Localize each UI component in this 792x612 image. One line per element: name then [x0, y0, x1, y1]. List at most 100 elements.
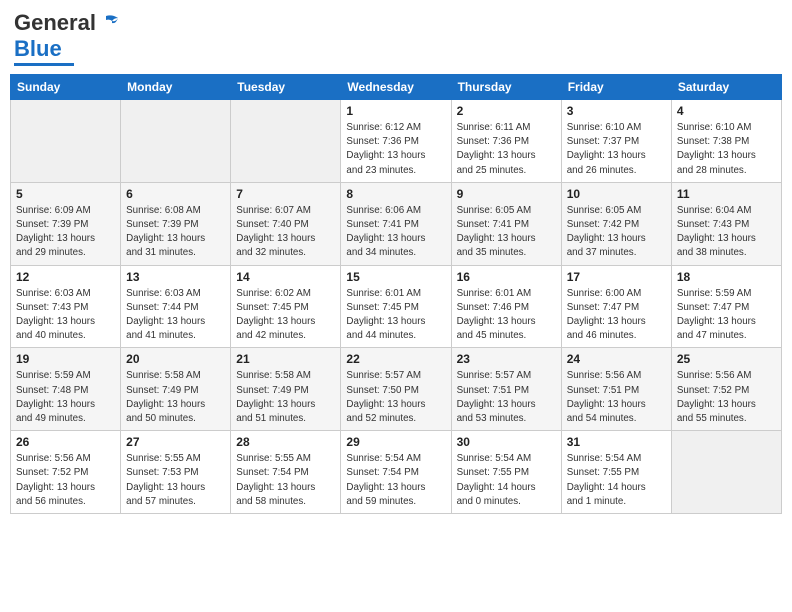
calendar-cell: 3Sunrise: 6:10 AM Sunset: 7:37 PM Daylig…: [561, 100, 671, 183]
calendar-cell: 20Sunrise: 5:58 AM Sunset: 7:49 PM Dayli…: [121, 348, 231, 431]
day-number: 24: [567, 352, 666, 366]
day-info: Sunrise: 6:12 AM Sunset: 7:36 PM Dayligh…: [346, 121, 445, 178]
day-number: 17: [567, 270, 666, 284]
calendar-cell: 27Sunrise: 5:55 AM Sunset: 7:53 PM Dayli…: [121, 431, 231, 514]
header-friday: Friday: [561, 75, 671, 100]
calendar-week-row: 19 Sunrise: 5:59 AM Sunset: 7:48 PM Dayli…: [11, 348, 782, 431]
logo-general-text: General: [14, 10, 96, 36]
day-number: 11: [677, 187, 776, 201]
day-number: 29: [346, 435, 445, 449]
calendar-header-row: SundayMondayTuesdayWednesdayThursdayFrid…: [11, 75, 782, 100]
day-number: 16: [457, 270, 556, 284]
day-number: 22: [346, 352, 445, 366]
calendar-cell: 30 Sunrise: 5:54 AM Sunset: 7:55 PM Dayli…: [451, 431, 561, 514]
day-info: Sunrise: 5:54 AM Sunset: 7:54 PM Dayligh…: [346, 452, 445, 509]
header-tuesday: Tuesday: [231, 75, 341, 100]
day-info: Sunrise: 6:07 AM Sunset: 7:40 PM Dayligh…: [236, 204, 335, 261]
calendar-cell: 10 Sunrise: 6:05 AM Sunset: 7:42 PM Dayli…: [561, 182, 671, 265]
calendar-cell: 4Sunrise: 6:10 AM Sunset: 7:38 PM Daylig…: [671, 100, 781, 183]
page-header: General Blue: [10, 10, 782, 66]
calendar-cell: 19 Sunrise: 5:59 AM Sunset: 7:48 PM Dayli…: [11, 348, 121, 431]
day-info: Sunrise: 6:02 AM Sunset: 7:45 PM Dayligh…: [236, 287, 335, 344]
calendar-week-row: 26 Sunrise: 5:56 AM Sunset: 7:52 PM Dayli…: [11, 431, 782, 514]
day-number: 8: [346, 187, 445, 201]
day-info: Sunrise: 5:57 AM Sunset: 7:51 PM Dayligh…: [457, 369, 556, 426]
day-number: 23: [457, 352, 556, 366]
calendar-cell: 14 Sunrise: 6:02 AM Sunset: 7:45 PM Dayli…: [231, 265, 341, 348]
calendar-cell: 18 Sunrise: 5:59 AM Sunset: 7:47 PM Dayli…: [671, 265, 781, 348]
day-number: 26: [16, 435, 115, 449]
day-info: Sunrise: 5:59 AM Sunset: 7:47 PM Dayligh…: [677, 287, 776, 344]
day-number: 9: [457, 187, 556, 201]
header-monday: Monday: [121, 75, 231, 100]
day-number: 20: [126, 352, 225, 366]
calendar-cell: 29 Sunrise: 5:54 AM Sunset: 7:54 PM Dayli…: [341, 431, 451, 514]
day-number: 10: [567, 187, 666, 201]
day-info: Sunrise: 5:58 AM Sunset: 7:49 PM Dayligh…: [236, 369, 335, 426]
day-info: Sunrise: 6:05 AM Sunset: 7:41 PM Dayligh…: [457, 204, 556, 261]
calendar-cell: [231, 100, 341, 183]
day-number: 18: [677, 270, 776, 284]
logo-bird-icon: [98, 14, 120, 32]
day-info: Sunrise: 5:55 AM Sunset: 7:53 PM Dayligh…: [126, 452, 225, 509]
day-info: Sunrise: 6:11 AM Sunset: 7:36 PM Dayligh…: [457, 121, 556, 178]
calendar-cell: 9 Sunrise: 6:05 AM Sunset: 7:41 PM Daylig…: [451, 182, 561, 265]
calendar-cell: 22Sunrise: 5:57 AM Sunset: 7:50 PM Dayli…: [341, 348, 451, 431]
day-number: 31: [567, 435, 666, 449]
day-info: Sunrise: 6:00 AM Sunset: 7:47 PM Dayligh…: [567, 287, 666, 344]
day-info: Sunrise: 6:10 AM Sunset: 7:38 PM Dayligh…: [677, 121, 776, 178]
calendar-cell: 15Sunrise: 6:01 AM Sunset: 7:45 PM Dayli…: [341, 265, 451, 348]
day-info: Sunrise: 6:01 AM Sunset: 7:46 PM Dayligh…: [457, 287, 556, 344]
day-info: Sunrise: 5:54 AM Sunset: 7:55 PM Dayligh…: [567, 452, 666, 509]
day-info: Sunrise: 5:56 AM Sunset: 7:52 PM Dayligh…: [16, 452, 115, 509]
calendar-cell: 5 Sunrise: 6:09 AM Sunset: 7:39 PM Daylig…: [11, 182, 121, 265]
calendar-week-row: 5 Sunrise: 6:09 AM Sunset: 7:39 PM Daylig…: [11, 182, 782, 265]
calendar-cell: 26 Sunrise: 5:56 AM Sunset: 7:52 PM Dayli…: [11, 431, 121, 514]
calendar-cell: 6 Sunrise: 6:08 AM Sunset: 7:39 PM Daylig…: [121, 182, 231, 265]
day-number: 14: [236, 270, 335, 284]
day-number: 28: [236, 435, 335, 449]
header-saturday: Saturday: [671, 75, 781, 100]
day-info: Sunrise: 5:59 AM Sunset: 7:48 PM Dayligh…: [16, 369, 115, 426]
calendar-cell: 8 Sunrise: 6:06 AM Sunset: 7:41 PM Daylig…: [341, 182, 451, 265]
day-info: Sunrise: 6:06 AM Sunset: 7:41 PM Dayligh…: [346, 204, 445, 261]
calendar-cell: 11Sunrise: 6:04 AM Sunset: 7:43 PM Dayli…: [671, 182, 781, 265]
day-number: 15: [346, 270, 445, 284]
calendar-cell: 21 Sunrise: 5:58 AM Sunset: 7:49 PM Dayli…: [231, 348, 341, 431]
calendar-cell: [121, 100, 231, 183]
calendar-cell: 28 Sunrise: 5:55 AM Sunset: 7:54 PM Dayli…: [231, 431, 341, 514]
day-info: Sunrise: 6:03 AM Sunset: 7:44 PM Dayligh…: [126, 287, 225, 344]
calendar-cell: 2 Sunrise: 6:11 AM Sunset: 7:36 PM Daylig…: [451, 100, 561, 183]
day-info: Sunrise: 6:05 AM Sunset: 7:42 PM Dayligh…: [567, 204, 666, 261]
day-info: Sunrise: 5:54 AM Sunset: 7:55 PM Dayligh…: [457, 452, 556, 509]
calendar-week-row: 1Sunrise: 6:12 AM Sunset: 7:36 PM Daylig…: [11, 100, 782, 183]
day-number: 12: [16, 270, 115, 284]
calendar-cell: 12 Sunrise: 6:03 AM Sunset: 7:43 PM Dayli…: [11, 265, 121, 348]
day-number: 21: [236, 352, 335, 366]
day-info: Sunrise: 5:56 AM Sunset: 7:51 PM Dayligh…: [567, 369, 666, 426]
day-number: 2: [457, 104, 556, 118]
calendar-cell: [11, 100, 121, 183]
day-number: 5: [16, 187, 115, 201]
day-info: Sunrise: 6:03 AM Sunset: 7:43 PM Dayligh…: [16, 287, 115, 344]
day-number: 19: [16, 352, 115, 366]
day-info: Sunrise: 5:55 AM Sunset: 7:54 PM Dayligh…: [236, 452, 335, 509]
day-number: 6: [126, 187, 225, 201]
day-number: 7: [236, 187, 335, 201]
calendar-cell: 25Sunrise: 5:56 AM Sunset: 7:52 PM Dayli…: [671, 348, 781, 431]
day-info: Sunrise: 6:09 AM Sunset: 7:39 PM Dayligh…: [16, 204, 115, 261]
day-number: 30: [457, 435, 556, 449]
calendar-cell: 7 Sunrise: 6:07 AM Sunset: 7:40 PM Daylig…: [231, 182, 341, 265]
header-sunday: Sunday: [11, 75, 121, 100]
day-info: Sunrise: 6:08 AM Sunset: 7:39 PM Dayligh…: [126, 204, 225, 261]
calendar-cell: 23 Sunrise: 5:57 AM Sunset: 7:51 PM Dayli…: [451, 348, 561, 431]
header-thursday: Thursday: [451, 75, 561, 100]
calendar-cell: [671, 431, 781, 514]
header-wednesday: Wednesday: [341, 75, 451, 100]
calendar-cell: 16 Sunrise: 6:01 AM Sunset: 7:46 PM Dayli…: [451, 265, 561, 348]
calendar-cell: 13 Sunrise: 6:03 AM Sunset: 7:44 PM Dayli…: [121, 265, 231, 348]
calendar-cell: 31 Sunrise: 5:54 AM Sunset: 7:55 PM Dayli…: [561, 431, 671, 514]
day-number: 13: [126, 270, 225, 284]
logo: General Blue: [14, 10, 120, 66]
day-info: Sunrise: 5:56 AM Sunset: 7:52 PM Dayligh…: [677, 369, 776, 426]
